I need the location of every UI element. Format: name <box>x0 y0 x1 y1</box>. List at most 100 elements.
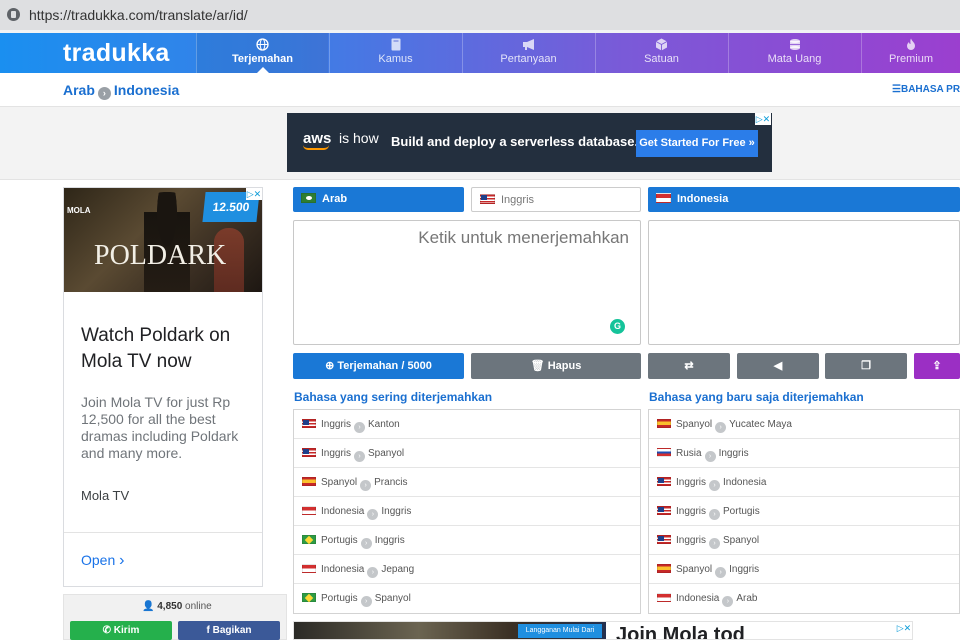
pair-to: Arab <box>736 593 758 604</box>
side-ad[interactable]: MOLA POLDARK 12.500 ▷✕ Watch Poldark on … <box>63 187 263 587</box>
language-pair-row[interactable]: Inggris › Spanyol <box>294 439 640 468</box>
url-text[interactable]: https://tradukka.com/translate/ar/id/ <box>29 7 248 23</box>
language-pair-row[interactable]: Inggris › Portugis <box>649 497 959 526</box>
language-pair-row[interactable]: Portugis › Inggris <box>294 526 640 555</box>
aws-ad-text: Build and deploy a serverless database. <box>391 134 639 149</box>
ad-close-icon[interactable]: ▷✕ <box>755 113 771 125</box>
indonesia-flag-icon <box>656 193 671 203</box>
nav-item-pertanyaan[interactable]: Pertanyaan <box>462 33 594 73</box>
speaker-icon: ◀ <box>773 360 783 372</box>
aws-cta-button[interactable]: Get Started For Free » <box>636 130 758 157</box>
top-ad-band: aws is how Build and deploy a serverless… <box>0 107 960 180</box>
nav-item-kamus[interactable]: Kamus <box>329 33 461 73</box>
share-icon: ⇪ <box>932 360 942 372</box>
ad-title[interactable]: Watch Poldark on Mola TV now <box>81 323 256 375</box>
browser-address-bar[interactable]: https://tradukka.com/translate/ar/id/ <box>0 0 960 30</box>
chevron-right-icon: › <box>709 538 721 549</box>
bottom-ad-text: Join Mola tod <box>616 624 745 640</box>
language-pair-row[interactable]: Portugis › Spanyol <box>294 584 640 613</box>
pair-from: Inggris <box>676 506 707 517</box>
chevron-right-icon: › <box>97 87 111 100</box>
chevron-right-icon: › <box>709 480 721 491</box>
grammarly-icon[interactable]: G <box>610 319 625 334</box>
nav-item-premium[interactable]: Premium <box>861 33 960 73</box>
speak-button[interactable]: ◀ <box>737 353 819 379</box>
copy-icon: ❐ <box>861 360 871 372</box>
clear-button[interactable]: 🗑 Hapus <box>471 353 641 379</box>
pair-to: Indonesia <box>723 477 767 488</box>
translation-output[interactable] <box>648 220 960 345</box>
language-pair-row[interactable]: Spanyol › Prancis <box>294 468 640 497</box>
translate-button[interactable]: ⊕ Terjemahan / 5000 <box>293 353 464 379</box>
whatsapp-share-button[interactable]: ✆ Kirim <box>70 621 172 640</box>
pair-from: Inggris <box>321 419 352 430</box>
indonesia-flag-icon <box>302 506 316 515</box>
pair-from: Indonesia <box>321 506 365 517</box>
pair-from: Indonesia <box>676 593 720 604</box>
language-pair-row[interactable]: Inggris › Indonesia <box>649 468 959 497</box>
language-pair-row[interactable]: Spanyol › Yucatec Maya <box>649 410 959 439</box>
share-translation-button[interactable]: ⇪ <box>914 353 960 379</box>
site-language-label: BAHASA PRE <box>900 84 960 95</box>
pair-to: Inggris <box>381 506 412 517</box>
breadcrumb-target-lang[interactable]: Indonesia <box>114 82 179 98</box>
language-pair-row[interactable]: Spanyol › Inggris <box>649 555 959 584</box>
ad-close-icon[interactable]: ▷✕ <box>246 188 262 200</box>
breadcrumb-source-lang[interactable]: Arab <box>63 82 95 98</box>
chevron-right-icon: › <box>119 552 125 569</box>
us-flag-icon <box>657 506 671 515</box>
ad-open-link[interactable]: Open › <box>81 552 124 570</box>
trash-icon: 🗑 <box>530 360 545 372</box>
target-language-button[interactable]: Indonesia <box>648 187 960 212</box>
source-language-button[interactable]: Arab <box>293 187 464 212</box>
coins-icon <box>788 38 802 51</box>
chevron-right-icon: › <box>360 596 372 607</box>
globe-icon <box>256 38 270 51</box>
megaphone-icon <box>522 38 536 51</box>
site-logo[interactable]: tradukka <box>63 39 170 68</box>
ad-close-icon[interactable]: ▷✕ <box>896 622 912 634</box>
nav-label: Mata Uang <box>767 53 822 65</box>
spain-flag-icon <box>657 419 671 428</box>
chevron-right-icon: › <box>704 451 716 462</box>
pair-from: Spanyol <box>676 419 713 430</box>
indonesia-flag-icon <box>302 564 316 573</box>
bottom-ad[interactable]: Langganan Mulai Dari Join Mola tod ▷✕ <box>293 621 913 640</box>
swap-languages-button[interactable]: ⇄ <box>648 353 730 379</box>
brazil-flag-icon <box>302 535 316 544</box>
language-pair-row[interactable]: Inggris › Spanyol <box>649 526 959 555</box>
facebook-share-button[interactable]: f Bagikan <box>178 621 280 640</box>
chevron-right-icon: › <box>367 509 379 520</box>
site-language-menu[interactable]: ☰BAHASA PRE <box>892 84 960 95</box>
language-pair-row[interactable]: Indonesia › Arab <box>649 584 959 613</box>
nav-label: Pertanyaan <box>500 53 557 65</box>
user-icon: 👤 <box>142 601 155 612</box>
pair-to: Spanyol <box>374 593 411 604</box>
pair-from: Inggris <box>321 448 352 459</box>
aws-banner-ad[interactable]: aws is how Build and deploy a serverless… <box>287 113 772 172</box>
language-pair-row[interactable]: Indonesia › Jepang <box>294 555 640 584</box>
pair-to: Inggris <box>374 535 405 546</box>
recent-languages-title: Bahasa yang baru saja diterjemahkan <box>649 390 864 404</box>
nav-item-terjemahan[interactable]: Terjemahan <box>196 33 328 73</box>
online-label: online <box>185 601 212 612</box>
pair-to: Kanton <box>368 419 400 430</box>
spain-flag-icon <box>302 477 316 486</box>
nav-label: Terjemahan <box>232 53 293 65</box>
alt-source-language-button[interactable]: Inggris <box>471 187 641 212</box>
flame-icon <box>904 38 918 51</box>
recent-languages-list: Spanyol › Yucatec Maya Rusia › Inggris Inggris… <box>648 409 960 614</box>
frequent-languages-list: Inggris › Kanton Inggris › Spanyol Spanyol › Pra… <box>293 409 641 614</box>
nav-item-satuan[interactable]: Satuan <box>595 33 727 73</box>
nav-item-mata-uang[interactable]: Mata Uang <box>728 33 860 73</box>
language-pair-row[interactable]: Indonesia › Inggris <box>294 497 640 526</box>
bottom-ad-tag: Langganan Mulai Dari <box>518 624 602 638</box>
ad-image[interactable]: MOLA POLDARK 12.500 ▷✕ <box>64 188 262 292</box>
language-pair-row[interactable]: Inggris › Kanton <box>294 410 640 439</box>
chevron-right-icon: › <box>722 596 734 607</box>
source-text-input[interactable]: Ketik untuk menerjemahkan G <box>293 220 641 345</box>
copy-button[interactable]: ❐ <box>825 353 907 379</box>
chevron-right-icon: › <box>715 567 727 578</box>
mola-logo: MOLA <box>67 206 91 215</box>
language-pair-row[interactable]: Rusia › Inggris <box>649 439 959 468</box>
